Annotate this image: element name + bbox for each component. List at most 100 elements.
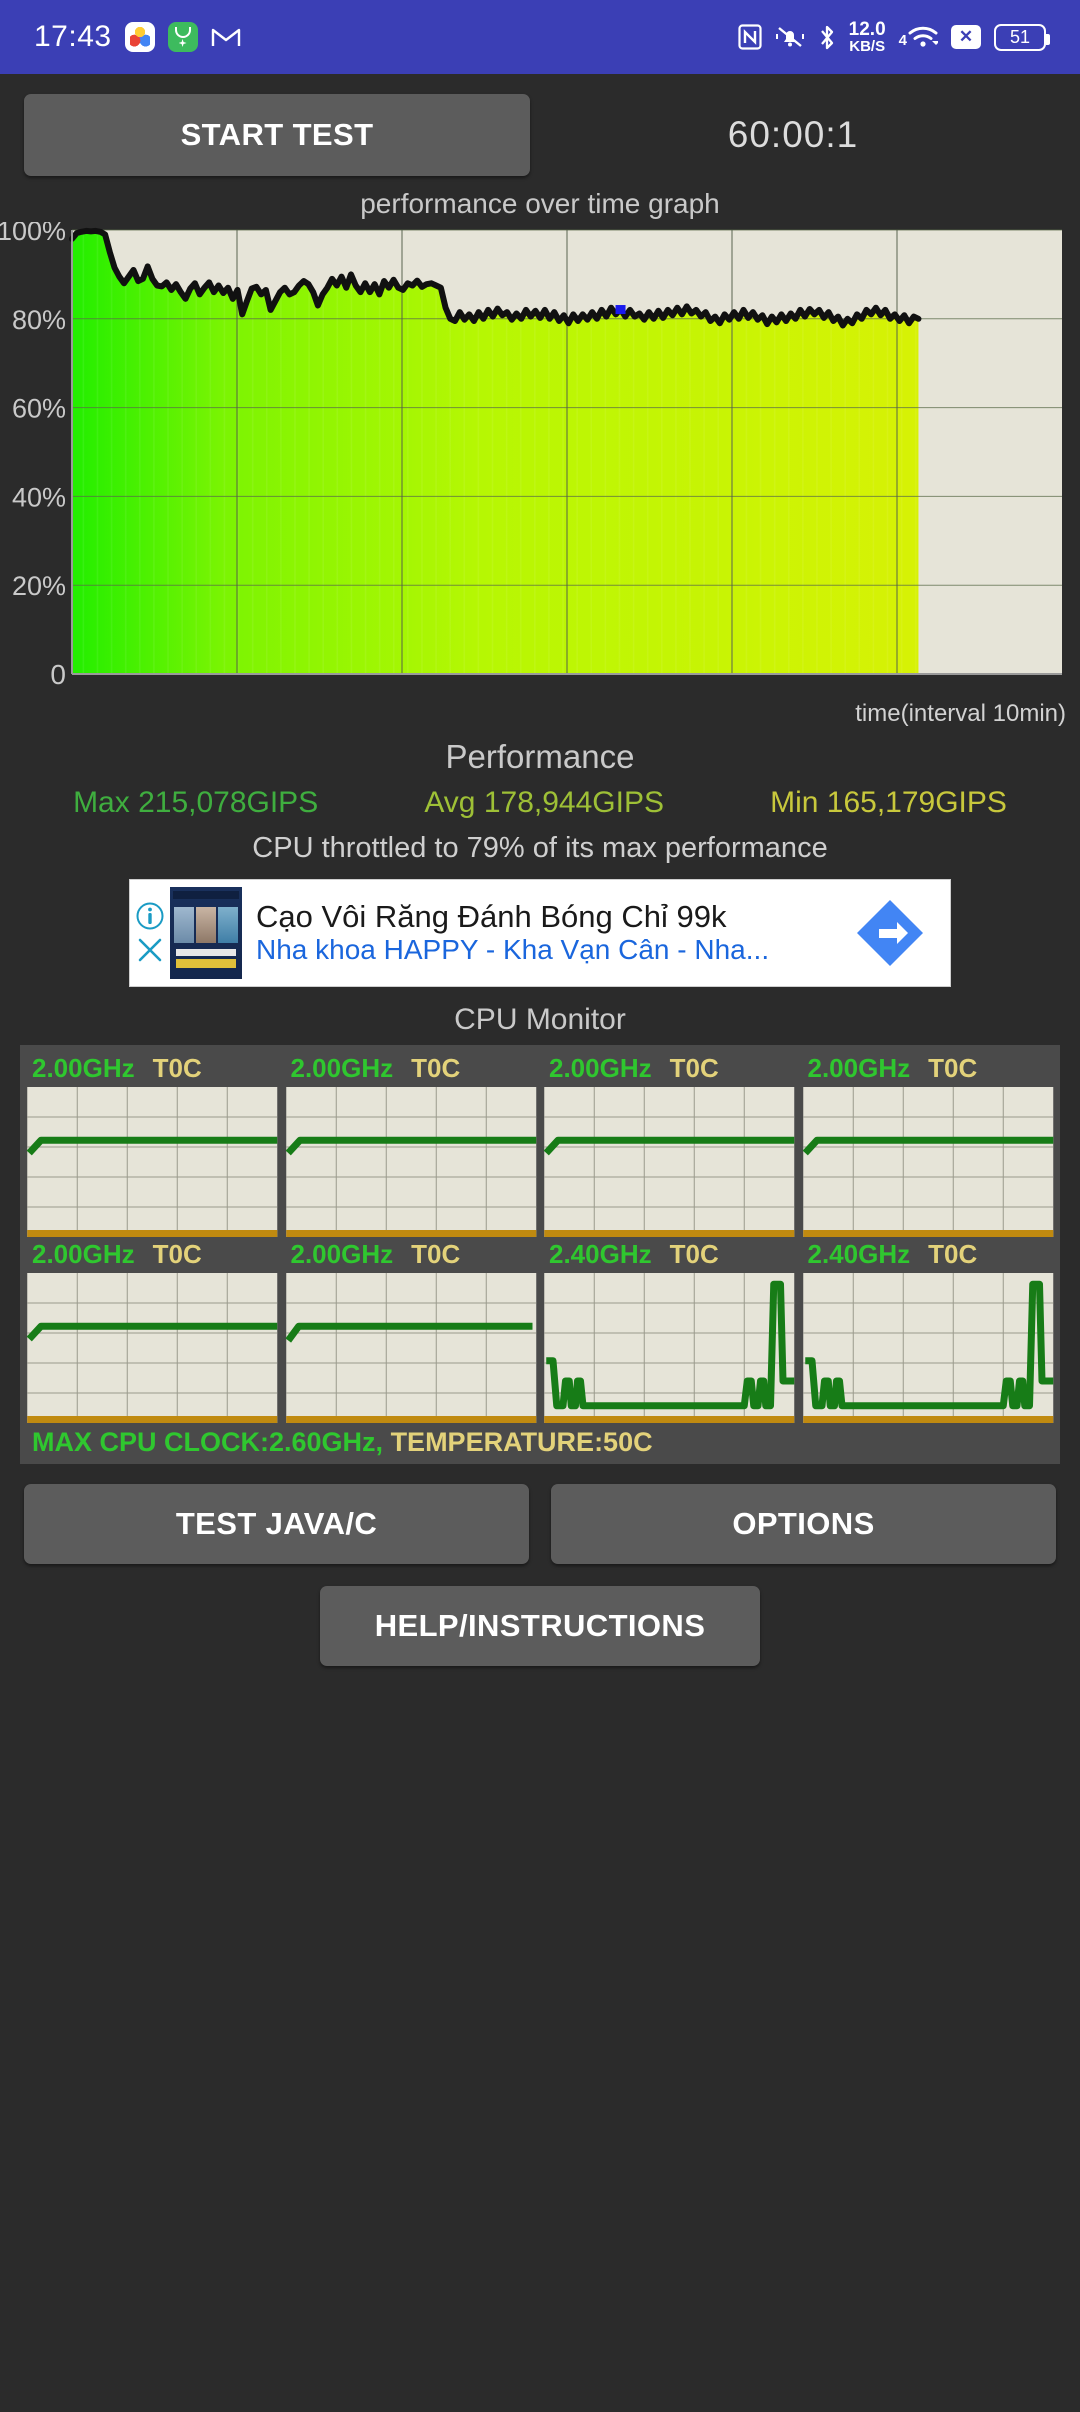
performance-min: Min 165,179GIPS <box>770 786 1007 819</box>
ad-cta[interactable] <box>830 896 950 970</box>
bluetooth-icon <box>818 24 836 51</box>
green-app-icon <box>167 22 198 52</box>
cpu-core-2-clock: 2.00GHz <box>549 1053 652 1083</box>
cpu-core-7-temp: T0C <box>928 1239 978 1269</box>
cpu-core-4-graph <box>26 1273 278 1423</box>
svg-text:0: 0 <box>50 659 66 690</box>
cpu-core-1-temp: T0C <box>411 1053 461 1083</box>
cpu-temperature-label: TEMPERATURE:50C <box>390 1427 653 1457</box>
ad-subline: Nha khoa HAPPY - Kha Vạn Cân - Nha... <box>256 934 770 966</box>
cpu-core-5-temp: T0C <box>411 1239 461 1269</box>
cpu-monitor-panel: 2.00GHz T0C 2.00GHz T0C 2.00GHz T0C 2.00… <box>20 1045 1060 1464</box>
cpu-core-3: 2.00GHz T0C <box>802 1051 1055 1237</box>
mute-vibrate-icon <box>775 24 805 50</box>
cpu-core-3-graph <box>802 1087 1053 1237</box>
test-java-c-button[interactable]: TEST JAVA/C <box>24 1484 529 1564</box>
wifi-generation-label: 4 <box>898 32 907 49</box>
test-timer: 60:00:1 <box>727 114 859 155</box>
ad-text-block: Cạo Vôi Răng Đánh Bóng Chỉ 99k Nha khoa … <box>242 898 830 967</box>
nfc-icon <box>738 24 762 50</box>
gmail-icon <box>211 25 241 49</box>
cpu-core-7-header: 2.40GHz T0C <box>802 1237 1055 1273</box>
cpu-core-0-graph <box>26 1087 278 1237</box>
performance-stats-row: Max 215,078GIPS Avg 178,944GIPS Min 165,… <box>0 786 1080 820</box>
status-time: 17:43 <box>34 20 112 53</box>
battery-icon: 51 <box>994 23 1050 51</box>
svg-text:40%: 40% <box>12 482 66 512</box>
performance-max: Max 215,078GIPS <box>73 786 319 819</box>
cpu-core-4-clock: 2.00GHz <box>32 1239 135 1269</box>
close-icon[interactable] <box>135 935 165 965</box>
cpu-core-4-header: 2.00GHz T0C <box>26 1237 279 1273</box>
cpu-core-2: 2.00GHz T0C <box>543 1051 796 1237</box>
throttle-status-text: CPU throttled to 79% of its max performa… <box>252 832 828 864</box>
options-button[interactable]: OPTIONS <box>551 1484 1056 1564</box>
cpu-core-3-temp: T0C <box>928 1053 978 1083</box>
network-speed-unit: KB/S <box>849 38 886 55</box>
svg-text:20%: 20% <box>12 571 66 601</box>
cpu-core-row-top: 2.00GHz T0C 2.00GHz T0C 2.00GHz T0C 2.00… <box>26 1051 1054 1237</box>
cpu-summary: MAX CPU CLOCK:2.60GHz, TEMPERATURE:50C <box>26 1423 1054 1464</box>
status-bar-left: 17:43 <box>34 20 241 54</box>
cpu-core-2-header: 2.00GHz T0C <box>543 1051 796 1087</box>
help-button-row: HELP/INSTRUCTIONS <box>0 1564 1080 1666</box>
performance-chart-svg: 100% 80% 60% 40% 20% 0 <box>0 222 1062 690</box>
cpu-core-4-temp: T0C <box>152 1239 202 1269</box>
cpu-max-clock-label: MAX CPU CLOCK:2.60GHz, <box>32 1427 384 1457</box>
cpu-core-2-temp: T0C <box>669 1053 719 1083</box>
cpu-core-4: 2.00GHz T0C <box>26 1237 279 1423</box>
network-speed-value: 12.0 <box>848 19 886 40</box>
wifi-icon: 4 <box>899 25 938 49</box>
cpu-core-7-clock: 2.40GHz <box>807 1239 911 1269</box>
chart-xaxis-label: time(interval 10min) <box>855 700 1066 727</box>
cpu-core-0: 2.00GHz T0C <box>26 1051 279 1237</box>
help-instructions-button[interactable]: HELP/INSTRUCTIONS <box>320 1586 760 1666</box>
cpu-core-6-graph <box>544 1273 795 1423</box>
cpu-core-6-header: 2.40GHz T0C <box>543 1237 796 1273</box>
ad-banner-container: Cạo Vôi Răng Đánh Bóng Chỉ 99k Nha khoa … <box>0 879 1080 987</box>
performance-graph: 100% 80% 60% 40% 20% 0 time(interval 10min) <box>0 222 1080 732</box>
cpu-core-6-clock: 2.40GHz <box>549 1239 652 1269</box>
performance-section-title: Performance <box>445 738 635 775</box>
network-speed-indicator: 12.0 KB/S <box>849 20 886 54</box>
performance-avg: Avg 178,944GIPS <box>424 786 664 819</box>
battery-level-label: 51 <box>1009 26 1031 47</box>
bottom-button-row: TEST JAVA/C OPTIONS <box>0 1464 1080 1564</box>
cpu-core-6: 2.40GHz T0C <box>543 1237 796 1423</box>
cpu-core-1-graph <box>285 1087 536 1237</box>
cpu-core-1: 2.00GHz T0C <box>285 1051 538 1237</box>
cpu-core-1-header: 2.00GHz T0C <box>285 1051 538 1087</box>
cpu-core-2-graph <box>543 1087 795 1237</box>
cpu-core-5-header: 2.00GHz T0C <box>285 1237 538 1273</box>
sim-disabled-icon: ✕ <box>951 25 981 49</box>
ad-headline: Cạo Vôi Răng Đánh Bóng Chỉ 99k <box>256 898 727 934</box>
cpu-core-0-temp: T0C <box>152 1053 202 1083</box>
cpu-core-7-graph <box>802 1273 1053 1423</box>
ad-controls <box>130 880 170 986</box>
cpu-core-7: 2.40GHz T0C <box>802 1237 1055 1423</box>
status-bar: 17:43 12.0 KB/S 4 ✕ 51 <box>0 0 1080 74</box>
start-test-button[interactable]: START TEST <box>24 94 530 176</box>
cpu-core-3-clock: 2.00GHz <box>807 1053 911 1083</box>
svg-text:80%: 80% <box>12 305 66 335</box>
arrow-forward-icon <box>857 900 923 966</box>
info-icon[interactable] <box>135 901 165 931</box>
ad-banner[interactable]: Cạo Vôi Răng Đánh Bóng Chỉ 99k Nha khoa … <box>129 879 951 987</box>
cpu-monitor-title: CPU Monitor <box>454 1003 626 1036</box>
ad-thumbnail <box>170 887 242 979</box>
top-control-bar: START TEST 60:00:1 <box>0 74 1080 184</box>
cpu-core-3-header: 2.00GHz T0C <box>802 1051 1055 1087</box>
svg-text:60%: 60% <box>12 394 66 424</box>
cpu-core-row-bottom: 2.00GHz T0C 2.00GHz T0C 2.40GHz T0C 2.40… <box>26 1237 1054 1423</box>
performance-graph-title: performance over time graph <box>360 188 720 219</box>
cpu-core-6-temp: T0C <box>669 1239 719 1269</box>
cpu-core-0-clock: 2.00GHz <box>32 1053 135 1083</box>
photos-app-icon <box>124 22 155 52</box>
cpu-core-1-clock: 2.00GHz <box>290 1053 394 1083</box>
status-bar-right: 12.0 KB/S 4 ✕ 51 <box>738 20 1050 54</box>
cpu-core-5-graph <box>284 1273 536 1423</box>
svg-text:100%: 100% <box>0 222 66 246</box>
cpu-core-5-clock: 2.00GHz <box>290 1239 394 1269</box>
cpu-core-0-header: 2.00GHz T0C <box>26 1051 279 1087</box>
cpu-core-5: 2.00GHz T0C <box>284 1237 538 1423</box>
